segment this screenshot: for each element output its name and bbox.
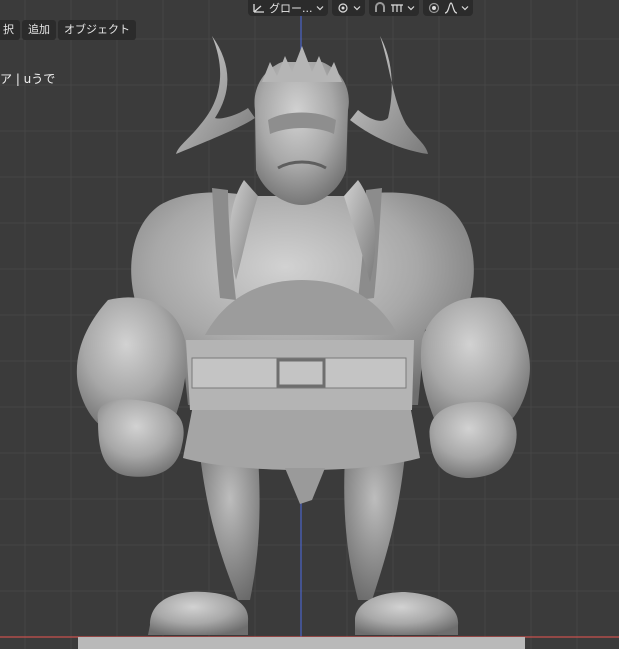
snap-toggle[interactable] [368, 0, 419, 16]
right-fist [429, 402, 517, 478]
active-object-label: ア | uうで [0, 72, 56, 86]
menu-add[interactable]: 追加 [22, 20, 56, 40]
3d-viewport[interactable] [0, 0, 619, 649]
orientation-label: グロー... [269, 2, 313, 15]
transform-orientation-icon [253, 4, 264, 13]
skirt [183, 405, 420, 470]
pivot-point-dropdown[interactable] [331, 0, 365, 16]
proportional-editing-icon [428, 2, 439, 14]
chevron-down-icon [316, 6, 323, 11]
right-horn [350, 36, 428, 154]
left-horn [176, 36, 255, 154]
left-fist [97, 399, 184, 477]
head [254, 62, 349, 205]
chevron-down-icon [353, 6, 360, 11]
snap-increment-icon [390, 4, 403, 12]
snap-magnet-icon [374, 2, 385, 12]
menu-object[interactable]: オブジェクト [58, 20, 136, 40]
ground-plane [78, 637, 525, 649]
menu-select[interactable]: 択 [0, 20, 20, 40]
chevron-down-icon [461, 6, 468, 11]
chevron-down-icon [407, 6, 414, 11]
pivot-point-icon [337, 3, 348, 13]
proportional-editing-group[interactable] [422, 0, 473, 16]
belt [191, 357, 407, 389]
viewport-header-tools: グロー... [248, 0, 473, 16]
falloff-curve-icon [444, 2, 457, 14]
crown-spikes [262, 46, 342, 82]
right-leg [344, 455, 405, 600]
transform-orientation-dropdown[interactable]: グロー... [248, 0, 328, 16]
viewport-menu-bar: 択 追加 オブジェクト [0, 20, 136, 42]
